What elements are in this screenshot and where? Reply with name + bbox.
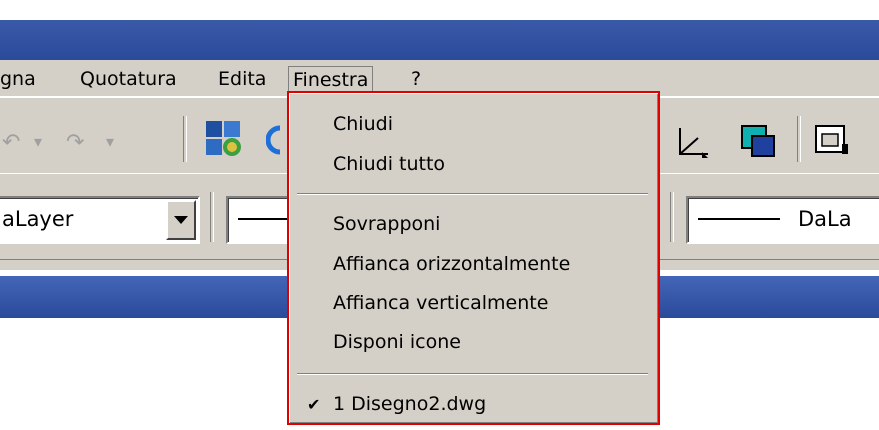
- application-title-bar: [0, 20, 879, 60]
- redo-icon[interactable]: ↷: [66, 130, 84, 155]
- lineweight-sample: [698, 218, 780, 220]
- menu-item-affianca-orizzontalmente[interactable]: Affianca orizzontalmente: [333, 249, 570, 279]
- menu-finestra[interactable]: Finestra: [288, 66, 374, 93]
- menu-item-chiudi-tutto[interactable]: Chiudi tutto: [333, 149, 445, 179]
- layer-combo-value: aLayer: [2, 207, 74, 231]
- menu-item-affianca-verticalmente[interactable]: Affianca verticalmente: [333, 288, 548, 318]
- menu-item-sovrapponi[interactable]: Sovrapponi: [333, 209, 440, 239]
- layer-combo[interactable]: aLayer: [0, 196, 200, 244]
- finestra-dropdown-menu: Chiudi Chiudi tutto Sovrapponi Affianca …: [287, 91, 660, 425]
- toolbar-separator: [670, 192, 674, 242]
- layer-combo-dropdown-button[interactable]: [166, 200, 196, 240]
- lineweight-combo-value: DaLa: [798, 207, 852, 231]
- ucs-icon[interactable]: [672, 124, 712, 162]
- menu-separator: [297, 193, 648, 195]
- redo-dropdown-icon[interactable]: ▾: [106, 132, 114, 151]
- design-center-icon[interactable]: [205, 120, 243, 158]
- undo-icon[interactable]: ↶: [2, 130, 20, 155]
- menu-help[interactable]: ?: [407, 66, 425, 92]
- lineweight-combo[interactable]: DaLa: [686, 196, 879, 244]
- internet-explorer-icon[interactable]: [266, 124, 282, 156]
- menu-item-chiudi[interactable]: Chiudi: [333, 109, 393, 139]
- menu-item-disponi-icone[interactable]: Disponi icone: [333, 327, 461, 357]
- undo-dropdown-icon[interactable]: ▾: [34, 132, 42, 151]
- viewport-icon[interactable]: [738, 122, 778, 160]
- toolbar-separator: [210, 192, 214, 242]
- menu-disegna[interactable]: gna: [0, 66, 40, 92]
- menu-quotatura[interactable]: Quotatura: [76, 66, 181, 92]
- menu-edita[interactable]: Edita: [214, 66, 270, 92]
- toolbar-separator: [797, 116, 801, 162]
- properties-window-icon[interactable]: [812, 122, 852, 160]
- menu-item-disegno2[interactable]: 1 Disegno2.dwg: [333, 389, 486, 419]
- toolbar-separator: [183, 116, 187, 162]
- checkmark-icon: ✔: [307, 395, 321, 414]
- menu-separator: [297, 373, 648, 375]
